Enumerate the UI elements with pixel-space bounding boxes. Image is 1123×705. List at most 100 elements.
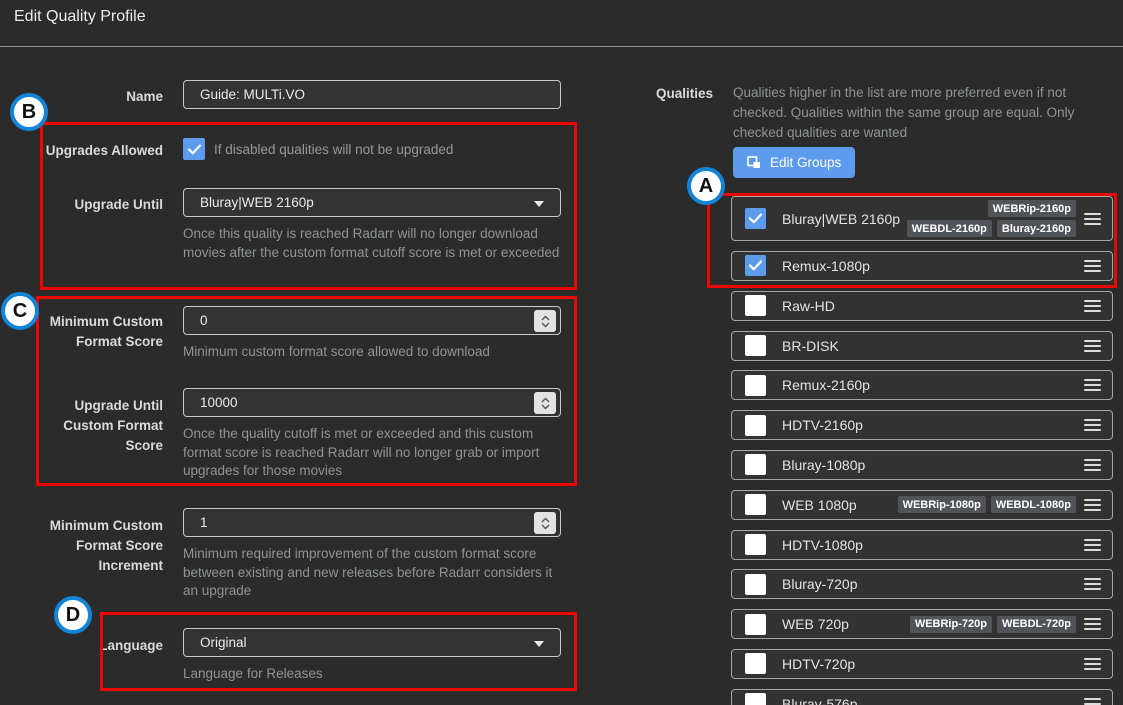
quality-tag-badge: WEBDL-1080p: [991, 496, 1076, 513]
name-input-value: Guide: MULTi.VO: [200, 87, 305, 102]
quality-checkbox[interactable]: [745, 653, 766, 674]
ungroup-icon: [747, 156, 761, 169]
quality-row: Remux-1080p: [731, 251, 1113, 281]
quality-checkbox[interactable]: [745, 415, 766, 436]
drag-handle-icon[interactable]: [1084, 300, 1101, 312]
drag-handle-icon[interactable]: [1084, 459, 1101, 471]
quality-row: Remux-2160p: [731, 370, 1113, 400]
drag-handle-icon[interactable]: [1084, 340, 1101, 352]
quality-row: Bluray-720p: [731, 569, 1113, 599]
upgrade-until-select[interactable]: Bluray|WEB 2160p: [183, 188, 561, 217]
name-input[interactable]: Guide: MULTi.VO: [183, 80, 561, 109]
edit-groups-button-label: Edit Groups: [770, 155, 841, 170]
drag-handle-icon[interactable]: [1084, 379, 1101, 391]
number-stepper-icon[interactable]: [534, 392, 556, 414]
upgrade-until-score-input[interactable]: 10000: [183, 388, 561, 417]
min-increment-input[interactable]: 1: [183, 508, 561, 537]
page-title: Edit Quality Profile: [14, 8, 146, 26]
quality-checkbox[interactable]: [745, 335, 766, 356]
drag-handle-icon[interactable]: [1084, 578, 1101, 590]
quality-checkbox[interactable]: [745, 614, 766, 635]
quality-name: Bluray-576p: [782, 696, 858, 705]
quality-tags: WEBRip-720pWEBDL-720p: [910, 616, 1076, 633]
upgrade-until-score-value: 10000: [200, 395, 238, 410]
quality-name: Bluray-720p: [782, 576, 858, 592]
language-label: Language: [33, 636, 163, 656]
quality-tag-badge: WEBDL-720p: [997, 616, 1076, 633]
language-select[interactable]: Original: [183, 628, 561, 657]
quality-checkbox[interactable]: [745, 574, 766, 595]
check-icon: [749, 213, 762, 224]
number-stepper-icon[interactable]: [534, 310, 556, 332]
quality-name: HDTV-2160p: [782, 417, 863, 433]
chevron-down-icon: [534, 201, 544, 207]
quality-tag-badge: WEBDL-2160p: [907, 220, 992, 237]
drag-handle-icon[interactable]: [1084, 419, 1101, 431]
upgrade-until-value: Bluray|WEB 2160p: [200, 195, 314, 210]
edit-quality-profile-modal: Edit Quality Profile Name Guide: MULTi.V…: [0, 0, 1123, 705]
chevron-down-icon: [534, 641, 544, 647]
quality-row: Bluray-576p: [731, 689, 1113, 705]
quality-checkbox[interactable]: [745, 494, 766, 515]
upgrades-allowed-checkbox[interactable]: [183, 138, 205, 160]
quality-name: BR-DISK: [782, 338, 839, 354]
quality-name: WEB 720p: [782, 616, 849, 632]
quality-tags: WEBRip-2160p WEBDL-2160p Bluray-2160p: [900, 200, 1076, 237]
quality-name: Remux-1080p: [782, 258, 870, 274]
upgrades-allowed-help: If disabled qualities will not be upgrad…: [214, 142, 453, 157]
quality-checkbox[interactable]: [745, 693, 766, 705]
quality-name: Bluray-1080p: [782, 457, 865, 473]
min-format-score-input[interactable]: 0: [183, 306, 561, 335]
min-increment-help: Minimum required improvement of the cust…: [183, 545, 561, 601]
quality-row: HDTV-1080p: [731, 530, 1113, 560]
qualities-description: Qualities higher in the list are more pr…: [733, 83, 1101, 143]
language-value: Original: [200, 635, 247, 650]
drag-handle-icon[interactable]: [1084, 213, 1101, 225]
min-format-score-help: Minimum custom format score allowed to d…: [183, 343, 561, 362]
quality-row: BR-DISK: [731, 331, 1113, 361]
quality-checkbox[interactable]: [745, 208, 766, 229]
drag-handle-icon[interactable]: [1084, 260, 1101, 272]
drag-handle-icon[interactable]: [1084, 698, 1101, 705]
upgrades-allowed-label: Upgrades Allowed: [33, 141, 163, 161]
min-increment-label: Minimum Custom Format Score Increment: [33, 516, 163, 576]
upgrade-until-score-help: Once the quality cutoff is met or exceed…: [183, 425, 561, 481]
upgrade-until-label: Upgrade Until: [33, 195, 163, 215]
drag-handle-icon[interactable]: [1084, 618, 1101, 630]
quality-checkbox[interactable]: [745, 534, 766, 555]
min-format-score-label: Minimum Custom Format Score: [33, 312, 163, 352]
quality-checkbox[interactable]: [745, 454, 766, 475]
quality-row: WEB 720p WEBRip-720pWEBDL-720p: [731, 609, 1113, 639]
quality-row: Bluray|WEB 2160p WEBRip-2160p WEBDL-2160p B…: [731, 196, 1113, 241]
quality-checkbox[interactable]: [745, 255, 766, 276]
quality-checkbox[interactable]: [745, 295, 766, 316]
annotation-badge-d: D: [54, 596, 92, 634]
quality-name: Remux-2160p: [782, 377, 870, 393]
upgrade-until-score-label: Upgrade Until Custom Format Score: [33, 396, 163, 456]
quality-checkbox[interactable]: [745, 375, 766, 396]
quality-name: HDTV-1080p: [782, 537, 863, 553]
edit-groups-button[interactable]: Edit Groups: [733, 147, 855, 178]
modal-header: Edit Quality Profile: [0, 0, 1123, 47]
quality-name: WEB 1080p: [782, 497, 857, 513]
check-icon: [749, 260, 762, 271]
quality-tags: WEBRip-1080pWEBDL-1080p: [898, 496, 1076, 513]
quality-row: WEB 1080p WEBRip-1080pWEBDL-1080p: [731, 490, 1113, 520]
drag-handle-icon[interactable]: [1084, 499, 1101, 511]
drag-handle-icon[interactable]: [1084, 539, 1101, 551]
quality-name: Bluray|WEB 2160p: [782, 211, 900, 227]
name-label: Name: [33, 87, 163, 107]
check-icon: [188, 144, 201, 155]
quality-row: HDTV-2160p: [731, 410, 1113, 440]
quality-name: Raw-HD: [782, 298, 835, 314]
number-stepper-icon[interactable]: [534, 512, 556, 534]
quality-name: HDTV-720p: [782, 656, 855, 672]
quality-tag-badge: WEBRip-2160p: [988, 200, 1076, 217]
annotation-badge-a: A: [687, 167, 725, 205]
min-increment-value: 1: [200, 515, 208, 530]
drag-handle-icon[interactable]: [1084, 658, 1101, 670]
quality-tag-badge: Bluray-2160p: [997, 220, 1076, 237]
quality-row: HDTV-720p: [731, 649, 1113, 679]
quality-row: Raw-HD: [731, 291, 1113, 321]
min-format-score-value: 0: [200, 313, 208, 328]
